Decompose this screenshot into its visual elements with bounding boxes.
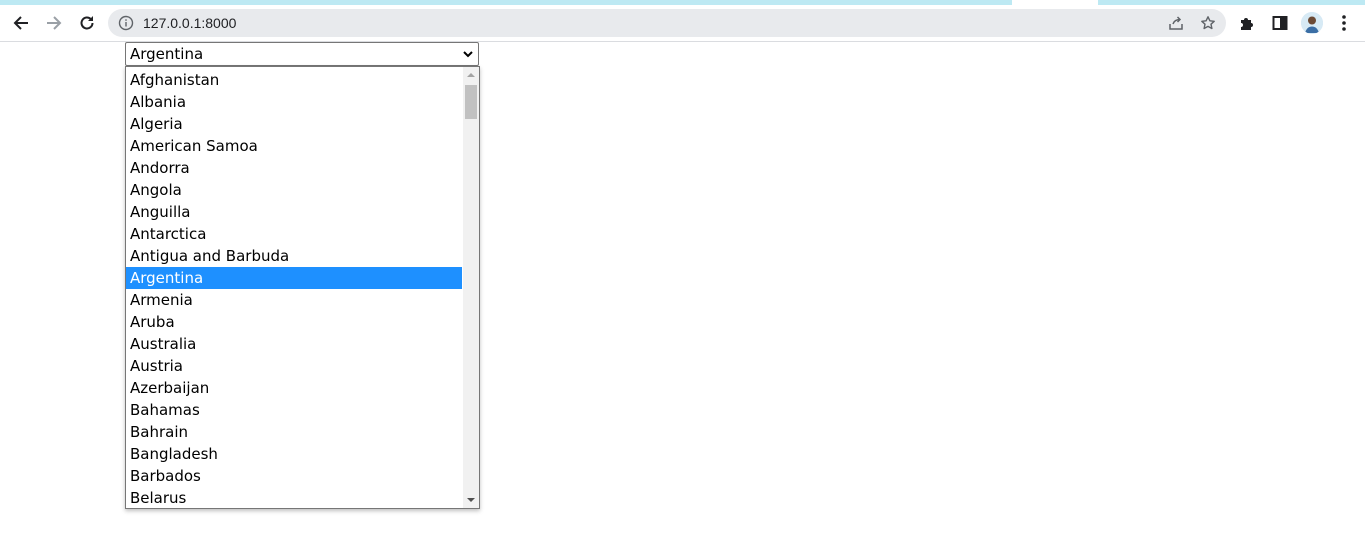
info-icon[interactable] xyxy=(118,15,134,31)
share-button[interactable] xyxy=(1167,14,1185,32)
country-option[interactable]: Anguilla xyxy=(126,201,462,223)
share-icon xyxy=(1169,16,1183,30)
address-url[interactable]: 127.0.0.1:8000 xyxy=(143,14,236,32)
country-option[interactable]: Antigua and Barbuda xyxy=(126,245,462,267)
bookmark-button[interactable] xyxy=(1199,14,1217,32)
country-option[interactable]: Algeria xyxy=(126,113,462,135)
scroll-down-arrow-icon xyxy=(467,498,475,502)
country-option[interactable]: Angola xyxy=(126,179,462,201)
country-option[interactable]: Afghanistan xyxy=(126,69,462,91)
country-option[interactable]: Bahamas xyxy=(126,399,462,421)
arrow-right-icon xyxy=(47,16,62,30)
reload-button[interactable] xyxy=(74,10,100,36)
profile-avatar-icon xyxy=(1301,12,1323,34)
country-option[interactable]: Bangladesh xyxy=(126,443,462,465)
country-option[interactable]: Argentina xyxy=(126,267,462,289)
scroll-up-button[interactable] xyxy=(463,67,479,83)
arrow-left-icon xyxy=(13,16,28,30)
avatar[interactable] xyxy=(1301,12,1323,34)
browser-toolbar: 127.0.0.1:8000 xyxy=(0,5,1365,42)
country-dropdown-list[interactable]: Afghanistan Albania Algeria American Samoa A… xyxy=(125,66,480,509)
scroll-down-button[interactable] xyxy=(463,492,479,508)
forward-button[interactable] xyxy=(41,10,67,36)
country-option[interactable]: Andorra xyxy=(126,157,462,179)
country-option[interactable]: American Samoa xyxy=(126,135,462,157)
kebab-menu-icon xyxy=(1342,15,1346,31)
country-option[interactable]: Armenia xyxy=(126,289,462,311)
star-icon xyxy=(1201,16,1215,30)
menu-button[interactable] xyxy=(1331,10,1357,36)
extensions-button[interactable] xyxy=(1234,10,1260,36)
puzzle-icon xyxy=(1241,18,1253,30)
side-panel-icon xyxy=(1272,16,1288,30)
address-bar[interactable]: 127.0.0.1:8000 xyxy=(108,9,1226,37)
scroll-up-arrow-icon xyxy=(467,73,475,77)
country-option[interactable]: Barbados xyxy=(126,465,462,487)
country-select-value: Argentina xyxy=(130,45,204,63)
back-button[interactable] xyxy=(8,10,34,36)
country-option[interactable]: Aruba xyxy=(126,311,462,333)
chevron-down-icon xyxy=(463,51,473,58)
country-select[interactable]: Argentina xyxy=(125,42,479,66)
country-option[interactable]: Antarctica xyxy=(126,223,462,245)
dropdown-scrollbar[interactable] xyxy=(463,67,479,508)
country-option[interactable]: Belarus xyxy=(126,487,462,508)
reload-icon xyxy=(80,16,94,30)
scroll-thumb[interactable] xyxy=(465,85,477,119)
country-option[interactable]: Albania xyxy=(126,91,462,113)
country-option[interactable]: Australia xyxy=(126,333,462,355)
country-option[interactable]: Azerbaijan xyxy=(126,377,462,399)
country-option[interactable]: Austria xyxy=(126,355,462,377)
side-panel-button[interactable] xyxy=(1267,10,1293,36)
country-option[interactable]: Bahrain xyxy=(126,421,462,443)
